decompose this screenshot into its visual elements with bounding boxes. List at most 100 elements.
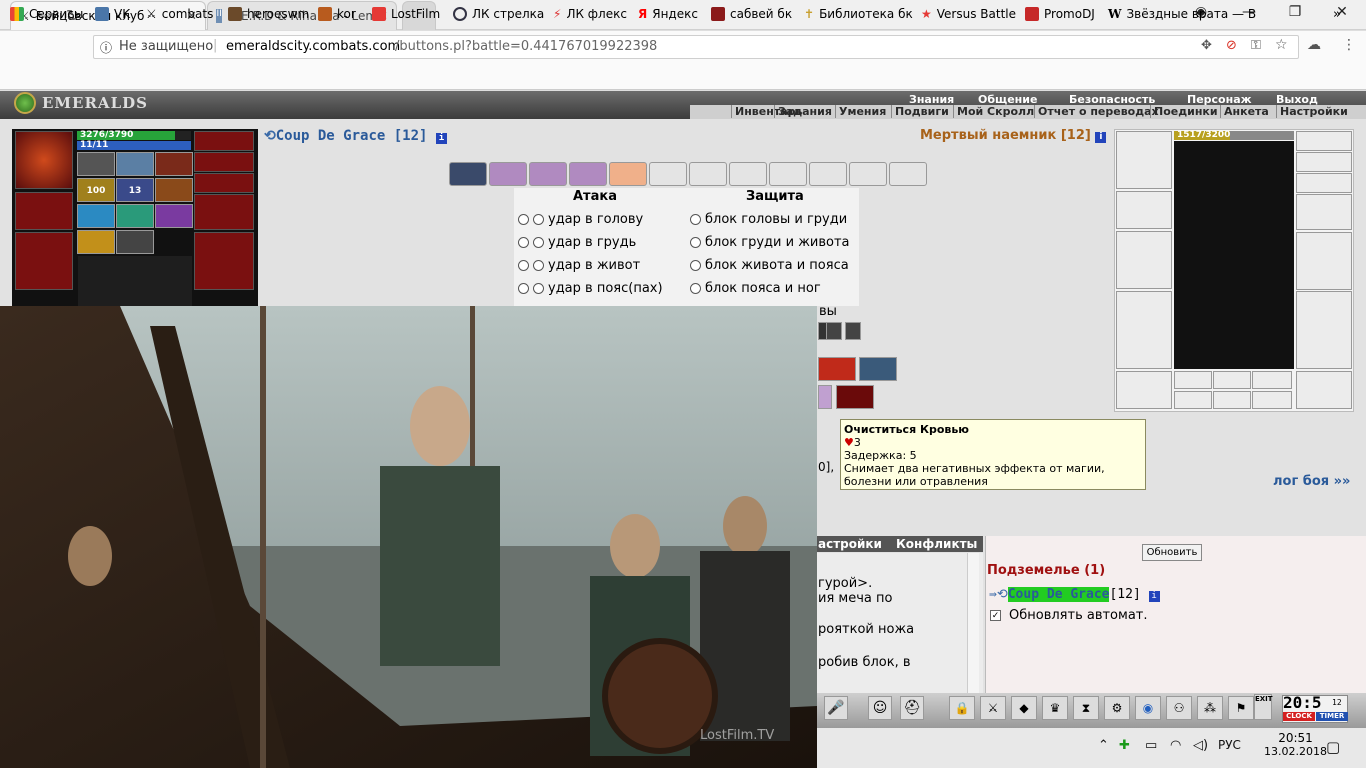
helmet-icon[interactable]: ⛑ [900,696,924,720]
scroll-slot-empty[interactable] [689,162,727,186]
bookmark-library[interactable]: ✝ Библиотека бк [804,7,913,21]
gloves-slot[interactable] [194,194,254,230]
restore-icon[interactable]: ❐ [1280,4,1310,24]
online-info-icon[interactable]: i [1148,591,1160,602]
tray-chevron-icon[interactable]: ⌃ [1098,738,1109,753]
language-indicator[interactable]: РУС [1218,738,1241,752]
star-icon[interactable]: ☆ [1275,37,1288,53]
bookmark-lk-flex[interactable]: ⚡ ЛК флекс [553,7,627,21]
scroll-slot-empty[interactable] [649,162,687,186]
radio-1[interactable] [518,214,529,225]
refresh-button[interactable]: Обновить [1142,544,1202,561]
shield-icon[interactable] [826,322,842,340]
bookmark-stargate[interactable]: W Звёздные врата — В [1108,7,1256,21]
scroll-slot-4[interactable] [569,162,607,186]
buff-badge-13[interactable]: 13 [116,178,154,202]
enemy-rune-slot[interactable] [1213,391,1251,409]
volume-icon[interactable]: ◁) [1193,738,1208,753]
scroll-slot-2[interactable] [489,162,527,186]
enemy-shield-slot[interactable] [1296,232,1352,290]
enemy-helmet-slot[interactable] [1116,131,1172,189]
enemy-name[interactable]: Мертвый наемник [920,128,1056,143]
microphone-icon[interactable]: 🎤 [824,696,848,720]
earring-slot[interactable] [194,173,254,193]
defense-option-1[interactable]: блок головы и груди [690,212,847,227]
blood-skill-slot[interactable] [836,385,874,409]
bookmark-subway[interactable]: сабвей бк [711,7,792,21]
buff-slot[interactable] [116,152,154,176]
attack-option-chest[interactable]: удар в грудь [518,235,636,250]
hourglass-icon[interactable]: ⧗ [1073,696,1099,720]
buff-slot[interactable] [77,152,115,176]
menu-skills[interactable]: Умения [835,105,886,118]
shield-icon[interactable] [845,322,861,340]
gear-icon[interactable]: ⚙ [1104,696,1130,720]
bookmark-lk-strelka[interactable]: ЛК стрелка [453,7,544,21]
buff-slot[interactable] [116,230,154,254]
flag-icon[interactable]: ⚑ [1228,696,1254,720]
scroll-slot-empty[interactable] [769,162,807,186]
buff-slot[interactable] [116,204,154,228]
menu-deeds[interactable]: Подвиги [891,105,949,118]
buff-slot[interactable] [155,204,193,228]
people-icon[interactable]: ⚇ [1166,696,1192,720]
menu-profile[interactable]: Анкета [1220,105,1269,118]
radio-1[interactable] [518,283,529,294]
enemy-belt-slot[interactable] [1116,371,1172,409]
radio-1[interactable] [518,237,529,248]
skill-slot[interactable] [818,385,832,409]
bookmark-combats[interactable]: ⚔ combats [146,7,213,21]
bookmark-versus[interactable]: ★ Versus Battle [921,7,1016,21]
radio[interactable] [690,283,701,294]
player-name[interactable]: Coup De Grace [276,128,386,144]
buff-slot[interactable] [155,178,193,202]
defense-option-4[interactable]: блок пояса и ног [690,281,821,296]
taskbar-clock[interactable]: 20:51 13.02.2018 [1264,731,1327,758]
radio-1[interactable] [518,260,529,271]
bookmark-yandex[interactable]: Я Яндекс [638,7,698,21]
radio[interactable] [690,214,701,225]
globe-icon[interactable]: ◉ [1135,696,1161,720]
extension2-icon[interactable]: ☁ [1307,37,1321,53]
offhand-slot[interactable] [194,232,254,290]
bookmark-lostfilm[interactable]: LostFilm [372,7,440,21]
scroll-slot-5[interactable] [609,162,647,186]
enemy-rune-slot[interactable] [1252,391,1292,409]
menu-battles[interactable]: Поединки [1150,105,1218,118]
armor-slot[interactable] [15,192,73,230]
bookmark-kor[interactable]: kor [318,7,356,21]
bookmark-promodj[interactable]: PromoDJ [1025,7,1095,21]
scroll-slot-empty[interactable] [889,162,927,186]
smiley-icon[interactable]: ☺ [868,696,892,720]
buff-slot[interactable] [77,230,115,254]
scroll-slot-1[interactable] [449,162,487,186]
enemy-armor-slot[interactable] [1116,291,1172,369]
wifi-icon[interactable]: ◠ [1170,738,1181,753]
menu-settings[interactable]: Настройки [1276,105,1348,118]
bookmark-services[interactable]: Сервисы [10,7,83,21]
chat-scrollbar[interactable] [967,553,979,693]
scroll-slot-empty[interactable] [809,162,847,186]
player-info-icon[interactable]: i [435,133,447,144]
radio-2[interactable] [533,214,544,225]
battery-icon[interactable]: ▭ [1145,738,1157,753]
online-name[interactable]: Coup De Grace [1007,587,1110,602]
enemy-rune-slot[interactable] [1252,371,1292,389]
scroll-slot-empty[interactable] [729,162,767,186]
radio-2[interactable] [533,260,544,271]
enemy-info-icon[interactable]: i [1095,132,1107,143]
attack-option-head[interactable]: удар в голову [518,212,643,227]
bag-icon[interactable]: ◆ [1011,696,1037,720]
helmet-slot[interactable] [15,131,73,189]
ring-slot[interactable] [194,131,254,151]
enemy-rune-slot[interactable] [1174,391,1212,409]
key-icon[interactable]: ⚿ [1251,38,1261,53]
radio-2[interactable] [533,237,544,248]
enemy-earring-slot[interactable] [1296,131,1352,151]
enemy-boots-slot[interactable] [1296,371,1352,409]
blocked-icon[interactable]: ⊘ [1226,38,1237,53]
attack-option-belly[interactable]: удар в живот [518,258,640,273]
lock-icon[interactable]: 🔒 [949,696,975,720]
enemy-legs-slot[interactable] [1296,291,1352,369]
enemy-gloves-slot[interactable] [1296,194,1352,230]
